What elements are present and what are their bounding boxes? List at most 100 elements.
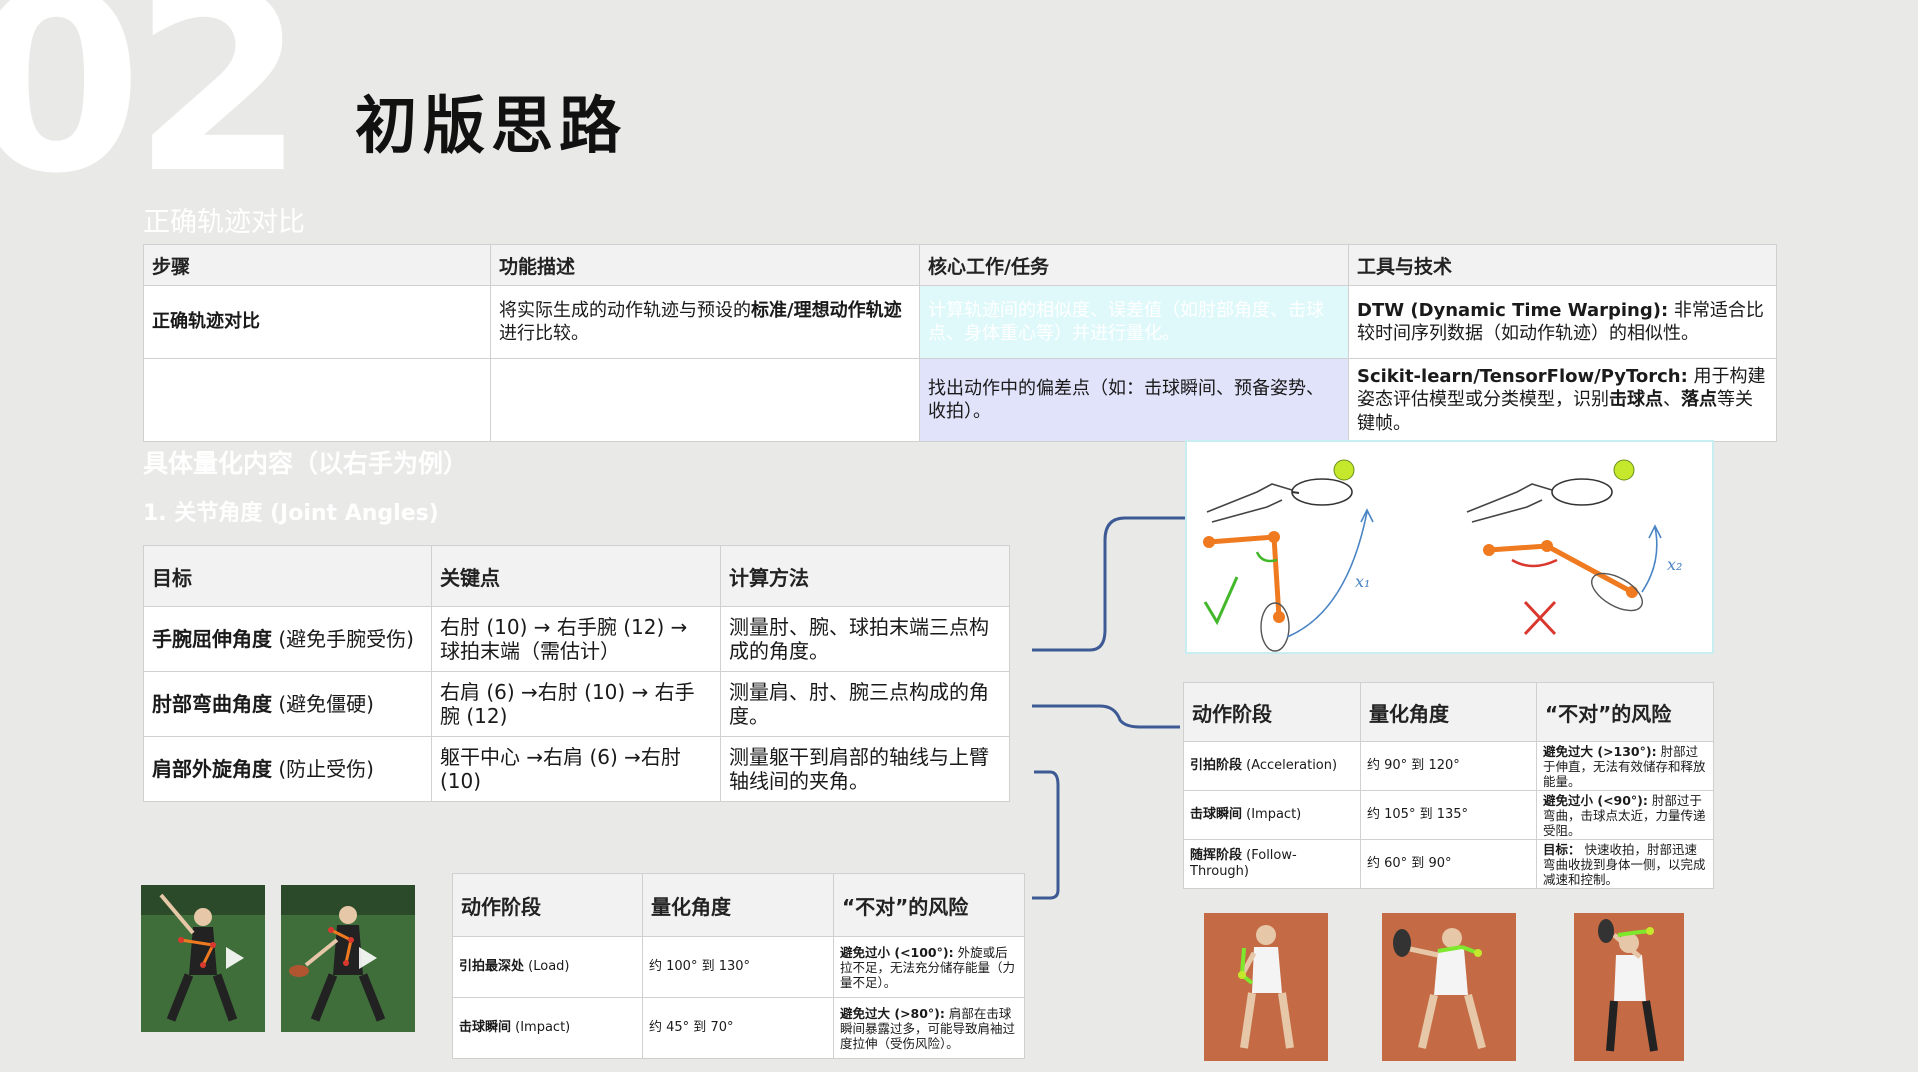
- forearm-line: [1545, 543, 1634, 595]
- section-heading: 具体量化内容（以右手为例）: [143, 449, 469, 478]
- arrow-head: [1360, 508, 1374, 523]
- tool-bold: DTW (Dynamic Time Warping):: [1357, 299, 1669, 321]
- keypoints-cell: 右肩 (6) →右肘 (10) → 右手腕 (12): [431, 671, 721, 737]
- header-cell: 关键点: [431, 545, 721, 607]
- table-row: 找出动作中的偏差点（如：击球瞬间、预备姿势、收拍）。 Scikit-learn/…: [143, 357, 1777, 443]
- table-header-row: 动作阶段 量化角度 “不对”的风险: [452, 873, 1025, 937]
- joint-marker: [1626, 586, 1638, 598]
- desc-bold: 标准/理想动作轨迹: [751, 299, 902, 321]
- phase-cell: 击球瞬间 (Impact): [452, 997, 643, 1059]
- player-figure: [1574, 913, 1684, 1061]
- angle-cell: 约 100° 到 130°: [642, 936, 834, 998]
- table-row: 引拍最深处 (Load) 约 100° 到 130° 避免过小 (<100°):…: [452, 936, 1025, 998]
- shoulder-phase-table: 动作阶段 量化角度 “不对”的风险 引拍最深处 (Load) 约 100° 到 …: [452, 873, 1025, 1059]
- tool-bold: 击球点: [1609, 389, 1663, 411]
- connector-lines: [1032, 516, 1185, 900]
- upper-arm-line: [1488, 543, 1548, 553]
- sketch-drawing: x₁ x₂: [1203, 459, 1682, 652]
- player-photo: [1574, 913, 1684, 1061]
- racket-handle: [1291, 491, 1300, 494]
- header-cell: 动作阶段: [452, 873, 643, 937]
- table-row: 肘部弯曲角度 (避免僵硬) 右肩 (6) →右肘 (10) → 右手腕 (12)…: [143, 671, 1010, 737]
- angle-cell: 约 90° 到 120°: [1360, 741, 1537, 791]
- workflow-table: 步骤 功能描述 核心工作/任务 工具与技术 正确轨迹对比 将实际生成的动作轨迹与…: [143, 244, 1777, 443]
- arm-outline: [1471, 499, 1543, 523]
- target-bold: 手腕屈伸角度: [152, 627, 272, 651]
- phase-cell: 随挥阶段 (Follow-Through): [1183, 839, 1361, 889]
- connector-to-sketch: [1032, 516, 1185, 652]
- player-photo: [1204, 913, 1328, 1061]
- forearm-line: [1271, 536, 1282, 618]
- racket-icon: [1291, 478, 1353, 506]
- connector-to-bottom-table: [1032, 770, 1060, 900]
- table-row: 引拍阶段 (Acceleration) 约 90° 到 120° 避免过大 (>…: [1183, 741, 1714, 791]
- racket-icon: [1260, 602, 1290, 652]
- label-x1: x₁: [1355, 572, 1370, 591]
- player-figure: [281, 885, 415, 1032]
- target-bold: 肘部弯曲角度: [152, 692, 272, 716]
- risk-cell: 避免过小 (<90°): 肘部过于弯曲，击球点太近，力量传递受阻。: [1536, 790, 1714, 840]
- header-cell: 动作阶段: [1183, 682, 1361, 742]
- phase-cell: 击球瞬间 (Impact): [1183, 790, 1361, 840]
- joint-marker: [1203, 536, 1215, 548]
- target-cell: 肘部弯曲角度 (避免僵硬): [143, 671, 432, 737]
- table-row: 手腕屈伸角度 (避免手腕受伤) 右肘 (10) → 右手腕 (12) → 球拍末…: [143, 606, 1010, 672]
- risk-bold: 避免过小 (<100°):: [840, 944, 954, 960]
- phase-en: (Impact): [511, 1020, 571, 1036]
- page-title: 初版思路: [355, 89, 628, 162]
- task-cell: 找出动作中的偏差点（如：击球瞬间、预备姿势、收拍）。: [919, 357, 1349, 443]
- risk-bold: 避免过小 (<90°):: [1543, 792, 1648, 808]
- risk-cell: 避免过大 (>80°): 肩部在击球瞬间暴露过多，可能导致肩袖过度拉伸（受伤风险…: [833, 997, 1025, 1059]
- phase-bold: 引拍阶段: [1190, 758, 1243, 774]
- angle-arc: [1511, 558, 1558, 568]
- tool-text: 、: [1663, 389, 1681, 411]
- header-cell: 工具与技术: [1348, 244, 1777, 286]
- keypoints-cell: 右肘 (10) → 右手腕 (12) → 球拍末端（需估计）: [431, 606, 721, 672]
- angle-cell: 约 105° 到 135°: [1360, 790, 1537, 840]
- desc-text: 将实际生成的动作轨迹与预设的: [499, 299, 751, 321]
- header-cell: 目标: [143, 545, 432, 607]
- table-header-row: 动作阶段 量化角度 “不对”的风险: [1183, 682, 1714, 742]
- table-row: 随挥阶段 (Follow-Through) 约 60° 到 90° 目标： 快速…: [1183, 839, 1714, 889]
- table-row: 击球瞬间 (Impact) 约 45° 到 70° 避免过大 (>80°): 肩…: [452, 997, 1025, 1059]
- connector-to-right-table: [1032, 704, 1180, 729]
- risk-bold: 避免过大 (>130°):: [1543, 743, 1657, 759]
- header-cell: 量化角度: [642, 873, 834, 937]
- method-cell: 测量躯干到肩部的轴线与上臂轴线间的夹角。: [720, 736, 1010, 802]
- desc-cell: 将实际生成的动作轨迹与预设的标准/理想动作轨迹进行比较。: [490, 285, 920, 359]
- joint-angle-table: 目标 关键点 计算方法 手腕屈伸角度 (避免手腕受伤) 右肘 (10) → 右手…: [143, 545, 1010, 802]
- tennis-ball-icon: [1333, 459, 1355, 481]
- upper-arm-line: [1208, 534, 1275, 545]
- header-cell: “不对”的风险: [833, 873, 1025, 937]
- header-cell: 步骤: [143, 244, 491, 286]
- elbow-phase-table: 动作阶段 量化角度 “不对”的风险 引拍阶段 (Acceleration) 约 …: [1183, 682, 1714, 889]
- risk-bold: 避免过大 (>80°):: [840, 1005, 945, 1021]
- racket-icon: [1551, 478, 1613, 506]
- table-row: 正确轨迹对比 将实际生成的动作轨迹与预设的标准/理想动作轨迹进行比较。 计算轨迹…: [143, 285, 1777, 359]
- target-cell: 肩部外旋角度 (防止受伤): [143, 736, 432, 802]
- elbow-angle-sketch: x₁ x₂: [1185, 440, 1714, 654]
- table-header-row: 步骤 功能描述 核心工作/任务 工具与技术: [143, 244, 1777, 286]
- angle-cell: 约 45° 到 70°: [642, 997, 834, 1059]
- table-row: 击球瞬间 (Impact) 约 105° 到 135° 避免过小 (<90°):…: [1183, 790, 1714, 840]
- step-cell: 正确轨迹对比: [143, 285, 491, 359]
- head: [339, 906, 357, 924]
- video-thumbnail[interactable]: [281, 885, 415, 1032]
- player-figure: [1382, 913, 1516, 1061]
- phase-en: (Load): [524, 959, 570, 975]
- risk-cell: 目标： 快速收拍，肘部迅速弯曲收拢到身体一侧，以完成减速和控制。: [1536, 839, 1714, 889]
- check-icon: [1203, 576, 1239, 626]
- section-subheading: 1. 关节角度 (Joint Angles): [143, 501, 439, 526]
- arm-outline: [1206, 483, 1293, 513]
- empty-cell: [490, 357, 920, 443]
- phase-bold: 引拍最深处: [459, 959, 525, 975]
- target-text: (避免僵硬): [272, 692, 374, 716]
- player-figure: [141, 885, 265, 1032]
- subtitle: 正确轨迹对比: [143, 207, 305, 238]
- joint-marker: [1273, 611, 1285, 623]
- tool-bold: 落点: [1681, 389, 1717, 411]
- video-thumbnail[interactable]: [141, 885, 265, 1032]
- table-row: 肩部外旋角度 (防止受伤) 躯干中心 →右肩 (6) →右肘 (10) 测量躯干…: [143, 736, 1010, 802]
- phase-bold: 击球瞬间: [1190, 807, 1243, 823]
- keypoints-cell: 躯干中心 →右肩 (6) →右肘 (10): [431, 736, 721, 802]
